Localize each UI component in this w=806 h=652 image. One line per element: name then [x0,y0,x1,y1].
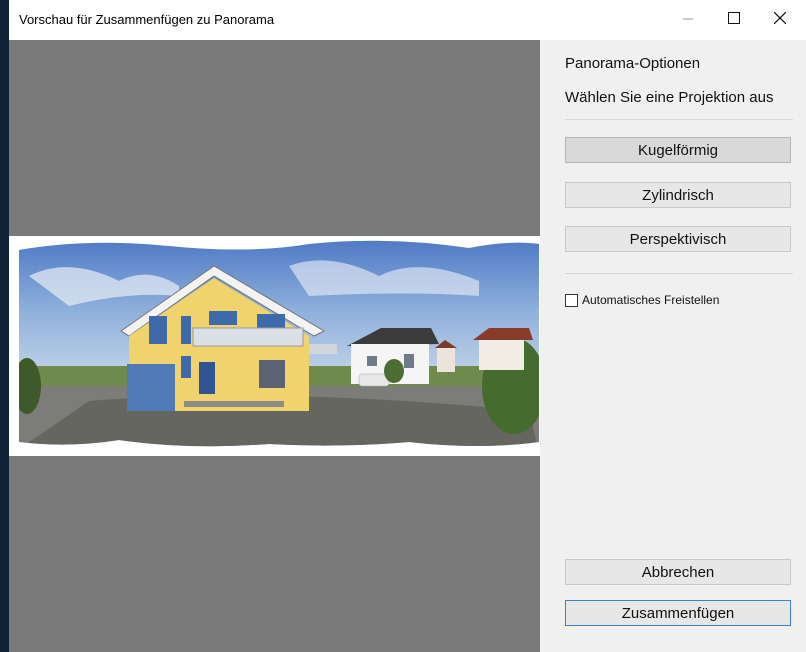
window-title: Vorschau für Zusammenfügen zu Panorama [19,12,275,27]
cancel-button[interactable]: Abbrechen [565,559,791,585]
close-button[interactable] [757,0,803,40]
maximize-icon [728,11,740,29]
options-heading: Panorama-Optionen [565,55,701,72]
panorama-preview-dialog: Vorschau für Zusammenfügen zu Panorama P… [9,0,806,652]
separator [565,273,793,274]
stitch-button[interactable]: Zusammenfügen [565,600,791,626]
minimize-icon [683,11,693,29]
projection-prompt: Wählen Sie eine Projektion aus [565,89,774,106]
projection-spherical-button[interactable]: Kugelförmig [565,137,791,163]
projection-perspective-button[interactable]: Perspektivisch [565,226,791,252]
projection-cylindrical-button[interactable]: Zylindrisch [565,182,791,208]
panorama-preview-image [9,236,540,456]
autocrop-label: Automatisches Freistellen [582,293,720,307]
close-icon [773,11,787,29]
title-bar: Vorschau für Zusammenfügen zu Panorama [9,0,806,40]
separator [565,119,793,120]
minimize-button[interactable] [665,0,711,40]
options-panel: Panorama-Optionen Wählen Sie eine Projek… [540,40,806,652]
autocrop-checkbox[interactable]: Automatisches Freistellen [565,293,719,307]
checkbox-box[interactable] [565,293,578,307]
panorama-preview-area [9,40,540,652]
maximize-button[interactable] [711,0,757,40]
